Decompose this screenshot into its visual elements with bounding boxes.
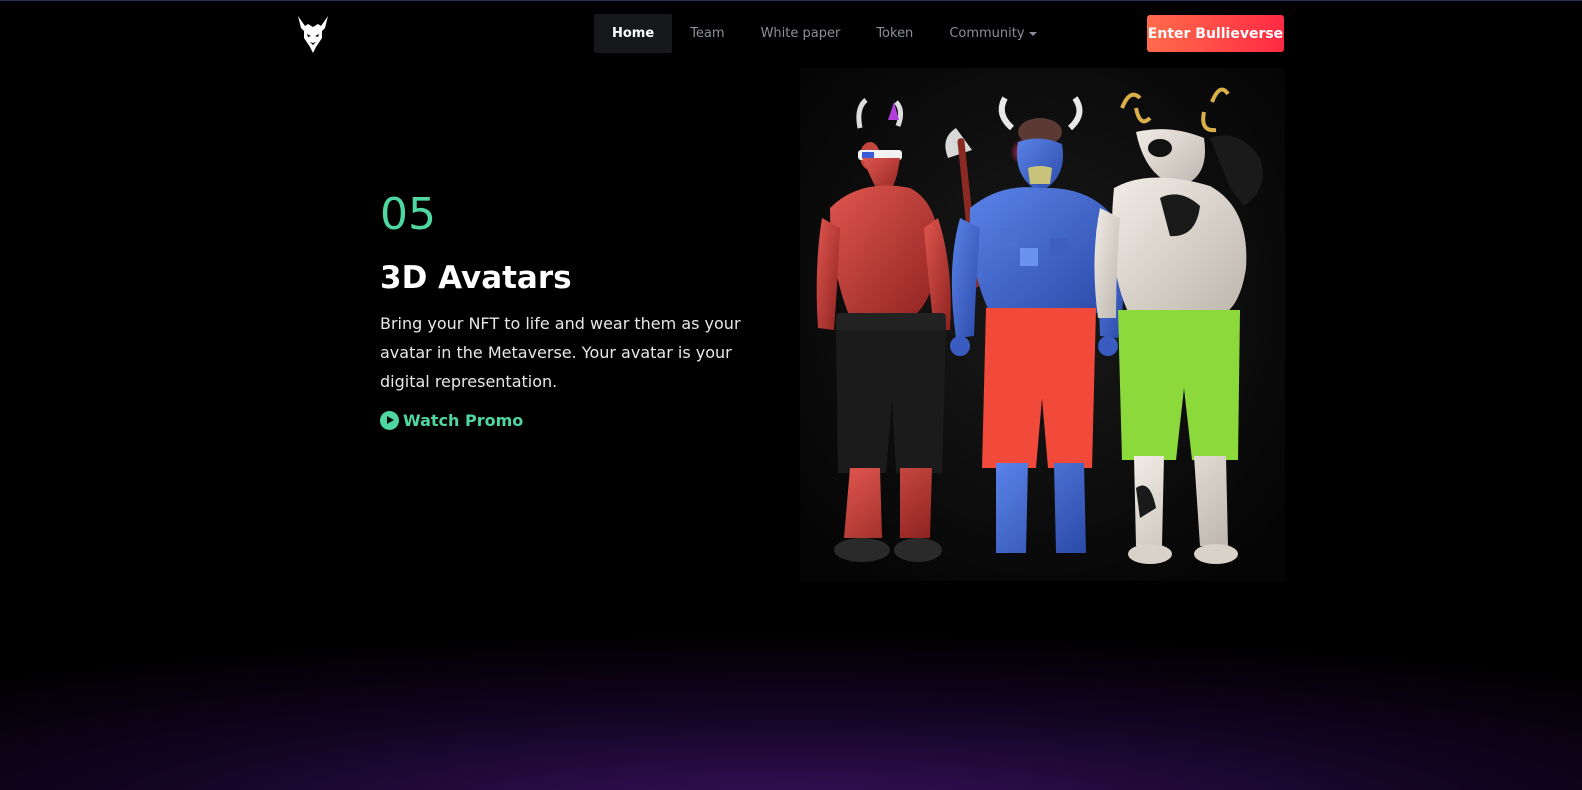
next-section-heading-peek: [738, 778, 818, 790]
nav-community-label: Community: [949, 26, 1025, 41]
watch-promo-label: Watch Promo: [403, 411, 524, 430]
nav-token[interactable]: Token: [858, 14, 931, 53]
chevron-down-icon: [1028, 31, 1037, 36]
nav-home-label: Home: [612, 26, 655, 41]
nav-team-label: Team: [690, 26, 725, 41]
bull-head-icon[interactable]: [296, 14, 330, 54]
watch-promo-link[interactable]: Watch Promo: [380, 411, 523, 430]
top-border: [0, 0, 1582, 1]
feature-title: 3D Avatars: [380, 260, 572, 296]
main-nav: Home Team White paper Token Community: [594, 14, 1055, 53]
feature-description: Bring your NFT to life and wear them as …: [380, 314, 741, 391]
enter-bullieverse-button[interactable]: Enter Bullieverse: [1147, 15, 1284, 52]
nav-token-label: Token: [876, 26, 914, 41]
play-circle-icon: [380, 411, 399, 430]
feature-number: 05: [380, 189, 436, 240]
nav-white-paper-label: White paper: [760, 26, 841, 41]
enter-bullieverse-label: Enter Bullieverse: [1147, 25, 1284, 42]
avatars-image: [800, 68, 1285, 581]
nav-white-paper[interactable]: White paper: [743, 14, 859, 53]
bottom-gradient-glow: [0, 590, 1582, 790]
nav-community-dropdown[interactable]: Community: [931, 14, 1054, 53]
nav-team[interactable]: Team: [672, 14, 742, 53]
nav-home[interactable]: Home: [594, 14, 673, 53]
